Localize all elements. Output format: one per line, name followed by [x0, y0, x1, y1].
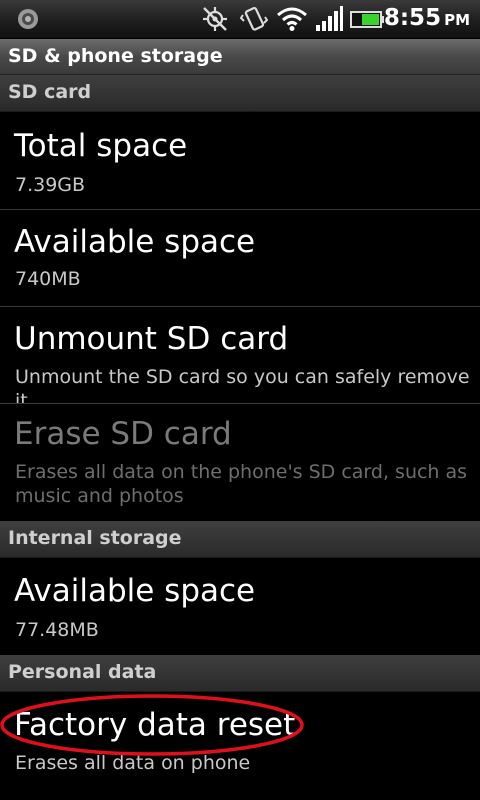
title-bar: SD & phone storage	[0, 39, 480, 75]
item-title: Erase SD card	[14, 416, 232, 452]
erase-sd-card-item: Erase SD card Erases all data on the pho…	[0, 404, 480, 520]
item-summary: 740MB	[15, 268, 81, 290]
section-header-label: SD card	[8, 81, 92, 103]
clock: 8:55 PM	[383, 5, 470, 31]
item-summary: Erases all data on phone	[15, 752, 251, 774]
gps-icon	[203, 7, 227, 31]
section-header-internal-storage: Internal storage	[0, 521, 480, 558]
notification-icon	[18, 9, 38, 29]
signal-icon	[316, 6, 343, 31]
vibrate-icon	[240, 6, 268, 31]
battery-icon	[350, 11, 384, 28]
page-title: SD & phone storage	[8, 45, 223, 67]
item-summary: 7.39GB	[15, 174, 86, 196]
item-title: Unmount SD card	[14, 321, 289, 357]
section-header-personal-data: Personal data	[0, 655, 480, 692]
internal-available-space-item[interactable]: Available space 77.48MB	[0, 558, 480, 655]
item-summary: 77.48MB	[15, 619, 99, 641]
item-title: Total space	[14, 128, 188, 164]
section-header-sd-card: SD card	[0, 75, 480, 112]
factory-data-reset-item[interactable]: Factory data reset Erases all data on ph…	[0, 692, 480, 800]
total-space-item[interactable]: Total space 7.39GB	[0, 112, 480, 209]
item-summary: Erases all data on the phone's SD card, …	[15, 461, 468, 507]
section-header-label: Personal data	[8, 661, 157, 683]
item-title: Available space	[14, 224, 256, 260]
item-title: Available space	[14, 573, 256, 609]
item-title: Factory data reset	[14, 707, 296, 743]
sd-available-space-item[interactable]: Available space 740MB	[0, 210, 480, 306]
section-header-label: Internal storage	[8, 527, 182, 549]
status-bar: 8:55 PM	[0, 0, 480, 39]
wifi-icon	[277, 7, 307, 31]
unmount-sd-card-item[interactable]: Unmount SD card Unmount the SD card so y…	[0, 307, 480, 412]
